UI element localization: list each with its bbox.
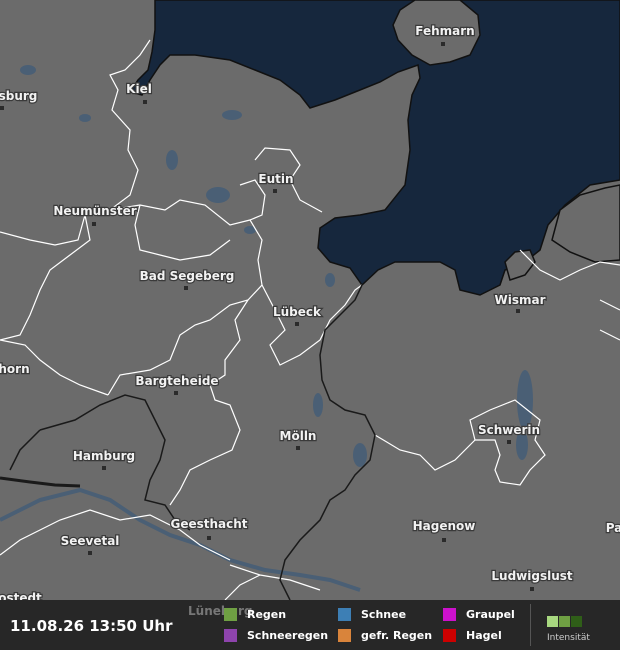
city-label-buxtehude: ostedt	[0, 591, 42, 600]
legend-swatch-graupel	[443, 607, 456, 621]
city-label-kiel: Kiel	[126, 82, 152, 96]
legend-divider	[530, 604, 531, 646]
legend-label-gefr-regen: gefr. Regen	[361, 628, 433, 642]
intensity-swatch-high	[571, 616, 582, 627]
legend-label-regen: Regen	[247, 607, 287, 621]
city-label-fehmarn: Fehmarn	[415, 24, 474, 38]
legend-label-hagel: Hagel	[466, 628, 502, 642]
city-label-hagenow: Hagenow	[413, 519, 476, 533]
city-label-rendsburg: sburg	[0, 89, 37, 103]
city-label-luebeck: Lübeck	[273, 305, 322, 319]
city-label-elmshorn: horn	[0, 362, 30, 376]
city-label-eutin: Eutin	[258, 172, 293, 186]
city-label-wismar: Wismar	[494, 293, 545, 307]
legend-regen: Regen	[224, 606, 286, 622]
legend-hagel: Hagel	[443, 627, 502, 643]
city-label-seevetal: Seevetal	[61, 534, 120, 548]
legend-swatch-hagel	[443, 628, 456, 642]
city-label-hamburg: Hamburg	[73, 449, 135, 463]
timestamp: 11.08.26 13:50 Uhr	[10, 617, 173, 635]
legend-graupel: Graupel	[443, 606, 515, 622]
legend-label-schnee: Schnee	[361, 607, 407, 621]
city-label-ludwigslust: Ludwigslust	[491, 569, 573, 583]
city-label-neumuenster: Neumünster	[53, 204, 136, 218]
legend-swatch-gefr-regen	[338, 628, 351, 642]
city-label-bargteheide: Bargteheide	[135, 374, 218, 388]
legend-label-graupel: Graupel	[466, 607, 515, 621]
weather-map[interactable]: Fehmarn Kiel sburg Eutin Neumünster Bad …	[0, 0, 620, 600]
city-label-geesthacht: Geesthacht	[170, 517, 247, 531]
legend-swatch-regen	[224, 607, 237, 621]
intensity-scale: Intensität	[547, 612, 590, 643]
legend-gefr-regen: gefr. Regen	[338, 627, 432, 643]
city-label-bad-segeberg: Bad Segeberg	[140, 269, 235, 283]
city-label-schwerin: Schwerin	[478, 423, 540, 437]
legend-swatch-schneeregen	[224, 628, 237, 642]
intensity-swatch-mid	[559, 616, 570, 627]
city-label-parchim: Pa	[606, 521, 620, 535]
city-label-moelln: Mölln	[280, 429, 317, 443]
legend-schnee: Schnee	[338, 606, 406, 622]
legend-schneeregen: Schneeregen	[224, 627, 328, 643]
intensity-swatch-low	[547, 616, 558, 627]
footer-bar: 11.08.26 13:50 Uhr Lüneburg Regen Schnee…	[0, 600, 620, 650]
legend-label-schneeregen: Schneeregen	[247, 628, 329, 642]
legend-swatch-schnee	[338, 607, 351, 621]
intensity-label: Intensität	[547, 633, 590, 643]
